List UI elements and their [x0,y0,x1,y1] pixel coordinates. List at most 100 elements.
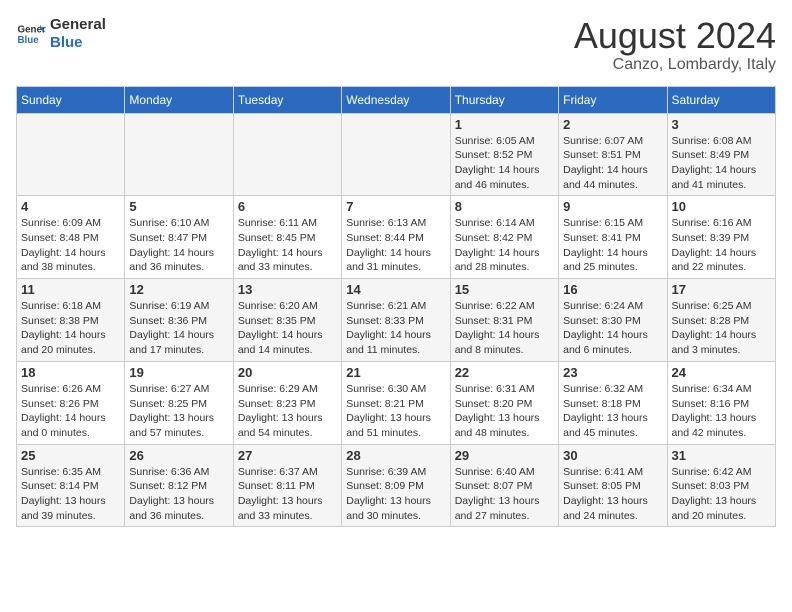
day-number: 28 [346,448,445,463]
table-row: 9Sunrise: 6:15 AM Sunset: 8:41 PM Daylig… [559,196,667,279]
day-number: 14 [346,282,445,297]
day-number: 17 [672,282,771,297]
table-row: 6 Sunrise: 6:11 AM Sunset: 8:45 PM Daylig… [233,196,341,279]
day-info: Sunrise: 6:08 AM Sunset: 8:49 PM Dayligh… [672,134,771,193]
day-info: Sunrise: 6:05 AM Sunset: 8:52 PM Dayligh… [455,134,554,193]
calendar-week-row: 1 Sunrise: 6:05 AM Sunset: 8:52 PM Daylig… [17,113,776,196]
day-info: Sunrise: 6:15 AM Sunset: 8:41 PM Dayligh… [563,216,662,275]
day-info: Sunrise: 6:22 AM Sunset: 8:31 PM Dayligh… [455,299,554,358]
day-number: 13 [238,282,337,297]
logo: General Blue General Blue [16,16,106,52]
day-info: Sunrise: 6:21 AM Sunset: 8:33 PM Dayligh… [346,299,445,358]
day-info: Sunrise: 6:41 AM Sunset: 8:05 PM Dayligh… [563,465,662,524]
col-tuesday: Tuesday [233,86,341,113]
day-number: 23 [563,365,662,380]
day-number: 25 [21,448,120,463]
day-number: 11 [21,282,120,297]
day-info: Sunrise: 6:25 AM Sunset: 8:28 PM Dayligh… [672,299,771,358]
table-row: 25 Sunrise: 6:35 AM Sunset: 8:14 PM Dayli… [17,444,125,527]
day-number: 16 [563,282,662,297]
table-row: 12 Sunrise: 6:19 AM Sunset: 8:36 PM Dayli… [125,279,233,362]
table-row: 5 Sunrise: 6:10 AM Sunset: 8:47 PM Daylig… [125,196,233,279]
calendar-week-row: 11Sunrise: 6:18 AM Sunset: 8:38 PM Dayli… [17,279,776,362]
day-number: 20 [238,365,337,380]
table-row [342,113,450,196]
table-row: 10 Sunrise: 6:16 AM Sunset: 8:39 PM Dayli… [667,196,775,279]
day-info: Sunrise: 6:35 AM Sunset: 8:14 PM Dayligh… [21,465,120,524]
day-info: Sunrise: 6:13 AM Sunset: 8:44 PM Dayligh… [346,216,445,275]
day-info: Sunrise: 6:27 AM Sunset: 8:25 PM Dayligh… [129,382,228,441]
day-info: Sunrise: 6:10 AM Sunset: 8:47 PM Dayligh… [129,216,228,275]
day-number: 8 [455,199,554,214]
calendar-week-row: 25 Sunrise: 6:35 AM Sunset: 8:14 PM Dayli… [17,444,776,527]
table-row: 14 Sunrise: 6:21 AM Sunset: 8:33 PM Dayli… [342,279,450,362]
col-friday: Friday [559,86,667,113]
day-info: Sunrise: 6:29 AM Sunset: 8:23 PM Dayligh… [238,382,337,441]
table-row: 11Sunrise: 6:18 AM Sunset: 8:38 PM Dayli… [17,279,125,362]
logo-blue-text: Blue [50,34,106,52]
day-info: Sunrise: 6:31 AM Sunset: 8:20 PM Dayligh… [455,382,554,441]
day-number: 27 [238,448,337,463]
calendar-week-row: 4 Sunrise: 6:09 AM Sunset: 8:48 PM Daylig… [17,196,776,279]
table-row: 19 Sunrise: 6:27 AM Sunset: 8:25 PM Dayli… [125,361,233,444]
table-row: 21Sunrise: 6:30 AM Sunset: 8:21 PM Dayli… [342,361,450,444]
day-number: 1 [455,117,554,132]
col-wednesday: Wednesday [342,86,450,113]
table-row: 28 Sunrise: 6:39 AM Sunset: 8:09 PM Dayli… [342,444,450,527]
table-row: 16 Sunrise: 6:24 AM Sunset: 8:30 PM Dayli… [559,279,667,362]
day-info: Sunrise: 6:20 AM Sunset: 8:35 PM Dayligh… [238,299,337,358]
day-info: Sunrise: 6:39 AM Sunset: 8:09 PM Dayligh… [346,465,445,524]
day-info: Sunrise: 6:37 AM Sunset: 8:11 PM Dayligh… [238,465,337,524]
title-area: August 2024 Canzo, Lombardy, Italy [574,16,776,74]
day-info: Sunrise: 6:16 AM Sunset: 8:39 PM Dayligh… [672,216,771,275]
day-info: Sunrise: 6:42 AM Sunset: 8:03 PM Dayligh… [672,465,771,524]
day-number: 29 [455,448,554,463]
day-number: 7 [346,199,445,214]
location-subtitle: Canzo, Lombardy, Italy [574,56,776,74]
table-row: 31 Sunrise: 6:42 AM Sunset: 8:03 PM Dayli… [667,444,775,527]
month-year-title: August 2024 [574,16,776,56]
table-row: 1 Sunrise: 6:05 AM Sunset: 8:52 PM Daylig… [450,113,558,196]
day-info: Sunrise: 6:34 AM Sunset: 8:16 PM Dayligh… [672,382,771,441]
day-info: Sunrise: 6:32 AM Sunset: 8:18 PM Dayligh… [563,382,662,441]
day-number: 5 [129,199,228,214]
day-info: Sunrise: 6:14 AM Sunset: 8:42 PM Dayligh… [455,216,554,275]
day-number: 10 [672,199,771,214]
table-row: 29 Sunrise: 6:40 AM Sunset: 8:07 PM Dayli… [450,444,558,527]
table-row: 26 Sunrise: 6:36 AM Sunset: 8:12 PM Dayli… [125,444,233,527]
day-number: 22 [455,365,554,380]
day-number: 2 [563,117,662,132]
day-info: Sunrise: 6:11 AM Sunset: 8:45 PM Dayligh… [238,216,337,275]
col-saturday: Saturday [667,86,775,113]
day-number: 19 [129,365,228,380]
day-info: Sunrise: 6:40 AM Sunset: 8:07 PM Dayligh… [455,465,554,524]
day-info: Sunrise: 6:07 AM Sunset: 8:51 PM Dayligh… [563,134,662,193]
calendar-table: Sunday Monday Tuesday Wednesday Thursday… [16,86,776,528]
page-header: General Blue General Blue August 2024 Ca… [16,16,776,74]
day-number: 18 [21,365,120,380]
table-row: 7 Sunrise: 6:13 AM Sunset: 8:44 PM Daylig… [342,196,450,279]
day-number: 6 [238,199,337,214]
table-row: 27 Sunrise: 6:37 AM Sunset: 8:11 PM Dayli… [233,444,341,527]
table-row: 24 Sunrise: 6:34 AM Sunset: 8:16 PM Dayli… [667,361,775,444]
day-number: 12 [129,282,228,297]
day-info: Sunrise: 6:09 AM Sunset: 8:48 PM Dayligh… [21,216,120,275]
table-row: 4 Sunrise: 6:09 AM Sunset: 8:48 PM Daylig… [17,196,125,279]
table-row: 8 Sunrise: 6:14 AM Sunset: 8:42 PM Daylig… [450,196,558,279]
day-info: Sunrise: 6:24 AM Sunset: 8:30 PM Dayligh… [563,299,662,358]
logo-icon: General Blue [16,19,46,49]
day-number: 3 [672,117,771,132]
day-number: 24 [672,365,771,380]
day-info: Sunrise: 6:19 AM Sunset: 8:36 PM Dayligh… [129,299,228,358]
table-row [17,113,125,196]
day-number: 4 [21,199,120,214]
table-row: 13 Sunrise: 6:20 AM Sunset: 8:35 PM Dayli… [233,279,341,362]
day-number: 31 [672,448,771,463]
table-row: 20 Sunrise: 6:29 AM Sunset: 8:23 PM Dayli… [233,361,341,444]
col-sunday: Sunday [17,86,125,113]
table-row: 30Sunrise: 6:41 AM Sunset: 8:05 PM Dayli… [559,444,667,527]
day-info: Sunrise: 6:36 AM Sunset: 8:12 PM Dayligh… [129,465,228,524]
day-number: 26 [129,448,228,463]
table-row: 22 Sunrise: 6:31 AM Sunset: 8:20 PM Dayli… [450,361,558,444]
table-row: 17 Sunrise: 6:25 AM Sunset: 8:28 PM Dayli… [667,279,775,362]
